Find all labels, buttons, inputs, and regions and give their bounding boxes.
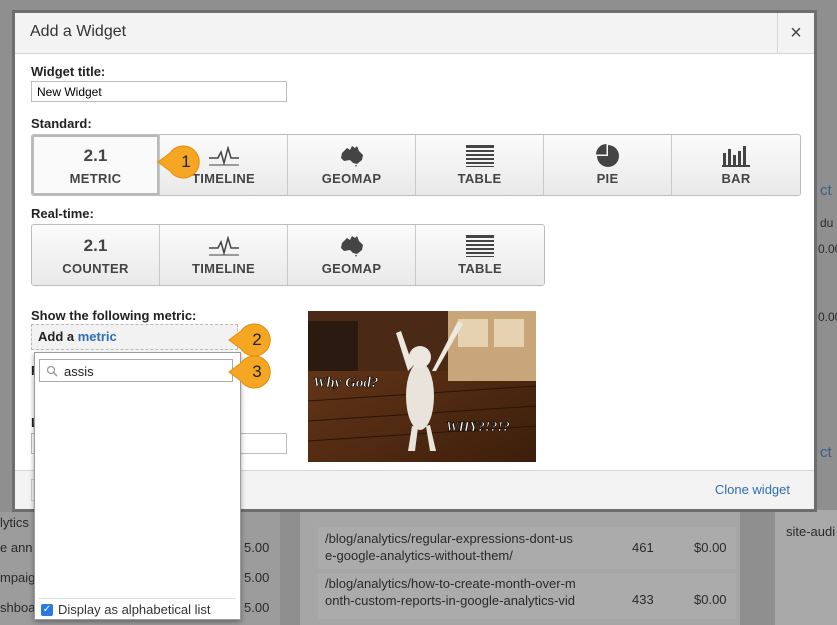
caption-why: WHY?!?!? [446,420,510,435]
tile-realtime-timeline[interactable]: TIMELINE [160,225,288,285]
australia-map-icon [339,235,365,257]
bg-row-page[interactable]: e-google-analytics-without-them/ [325,548,513,563]
tile-geomap[interactable]: GEOMAP [288,135,416,195]
timeline-icon [208,145,239,167]
bg-amount: 5.00 [244,570,270,585]
dialog-title: Add a Widget [30,23,127,40]
pie-icon [595,143,620,167]
bar-chart-icon [722,145,750,167]
tile-pie[interactable]: PIE [544,135,672,195]
bg-left-text: lytics [0,515,29,530]
bg-row-page[interactable]: /blog/analytics/how-to-create-month-over… [325,576,576,591]
tile-metric[interactable]: 2.1 METRIC [32,135,160,195]
timeline-icon [208,235,239,257]
standard-widget-types: 2.1 METRIC TIMELINE GEOMAP TABLE PIE BAR [31,134,801,196]
table-icon [466,234,494,257]
bg-right-text: 0.00 [818,310,837,324]
table-icon [465,144,494,167]
australia-map-icon [339,145,365,167]
tile-bar[interactable]: BAR [672,135,800,195]
callout-2: 2 [227,323,271,357]
tile-counter[interactable]: 2.1 COUNTER [32,225,160,285]
tile-realtime-table[interactable]: TABLE [416,225,544,285]
add-a-text: Add a [38,329,75,344]
tile-table[interactable]: TABLE [416,135,544,195]
bg-right-link[interactable]: ct [820,182,832,199]
callout-number: 1 [181,152,191,171]
bg-row-value: $0.00 [694,592,727,607]
metric-icon: 2.1 [83,145,108,165]
add-metric-selector[interactable]: Add a metric [31,324,238,350]
counter-icon: 2.1 [83,235,108,255]
clone-widget-link[interactable]: Clone widget [715,482,790,497]
bg-row-page[interactable]: onth-custom-reports-in-google-analytics-… [325,593,575,608]
standard-label: Standard: [31,116,92,131]
cat-meme-image: Why God? WHY?!?!? [308,311,536,462]
callout-number: 2 [252,330,262,349]
metric-search-input[interactable]: assis [39,359,233,382]
search-icon [46,365,58,377]
tile-label: TABLE [457,170,502,186]
realtime-widget-types: 2.1 COUNTER TIMELINE GEOMAP TABLE [31,224,545,286]
bg-row-value: $0.00 [694,540,727,555]
close-button[interactable]: × [777,13,814,53]
widget-title-label: Widget title: [31,64,106,79]
checkbox-checked-icon[interactable]: ✓ [41,603,53,616]
callout-1: 1 [156,145,200,179]
realtime-label: Real-time: [31,206,94,221]
close-icon[interactable]: × [790,22,802,45]
search-value: assis [64,364,94,379]
bg-right-link[interactable]: ct [820,444,832,461]
tile-realtime-geomap[interactable]: GEOMAP [288,225,416,285]
alphabetical-label: Display as alphabetical list [58,602,211,617]
dropdown-divider [39,598,236,599]
tile-label: TIMELINE [191,260,256,276]
callout-3: 3 [227,355,271,389]
widget-title-input[interactable] [31,81,287,102]
bg-left-text: e ann [0,540,33,555]
tile-label: GEOMAP [321,170,382,186]
callout-number: 3 [252,362,262,381]
bg-right-text: site-audi [786,524,836,539]
tile-label: BAR [721,170,751,186]
metric-label: Show the following metric: [31,308,197,323]
bg-right-text: 0.00 [818,242,837,256]
bg-right-text: du [820,216,834,230]
tile-label: TABLE [458,260,502,276]
bg-amount: 5.00 [244,540,270,555]
dialog-header: Add a Widget × [15,13,814,54]
bg-amount: 5.00 [244,600,270,615]
alphabetical-toggle[interactable]: ✓ Display as alphabetical list [41,602,210,617]
tile-label: GEOMAP [321,260,382,276]
tile-label: COUNTER [62,260,129,276]
bg-row-visits: 433 [632,592,654,607]
bg-row-visits: 461 [632,540,654,555]
tile-label: PIE [596,170,619,186]
tile-label: METRIC [69,170,122,186]
bg-row-page[interactable]: /blog/analytics/regular-expressions-dont… [325,531,573,546]
metric-link[interactable]: metric [78,329,117,344]
metric-dropdown: assis ✓ Display as alphabetical list [34,352,241,620]
caption-why-god: Why God? [313,375,378,391]
